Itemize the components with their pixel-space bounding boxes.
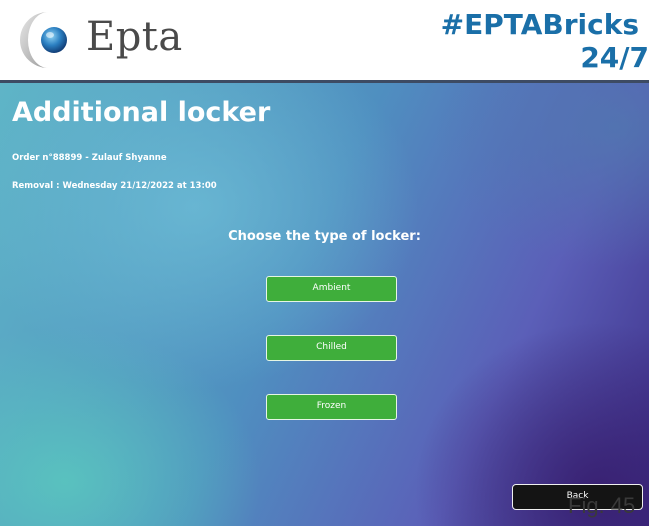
locker-type-prompt: Choose the type of locker: — [228, 229, 421, 244]
epta-sphere-icon — [20, 12, 67, 68]
figure-label: Fig. 45 — [568, 493, 636, 518]
hashtag-brand: #EPTABricks 24/7 — [389, 8, 649, 74]
logo-wordmark: Epta — [86, 14, 183, 60]
order-info: Order n°88899 - Zulauf Shyanne — [12, 153, 167, 163]
page-title: Additional locker — [12, 97, 271, 128]
removal-info: Removal : Wednesday 21/12/2022 at 13:00 — [12, 181, 217, 191]
frozen-button[interactable]: Frozen — [266, 394, 397, 420]
hashtag-line-2: 24/7 — [580, 41, 649, 74]
main-panel: Additional locker Order n°88899 - Zulauf… — [0, 83, 649, 526]
app-header: Epta #EPTABricks 24/7 — [0, 0, 649, 80]
ambient-button[interactable]: Ambient — [266, 276, 397, 302]
chilled-button[interactable]: Chilled — [266, 335, 397, 361]
hashtag-line-1: #EPTABricks — [440, 8, 639, 41]
epta-logo: Epta — [16, 8, 226, 74]
